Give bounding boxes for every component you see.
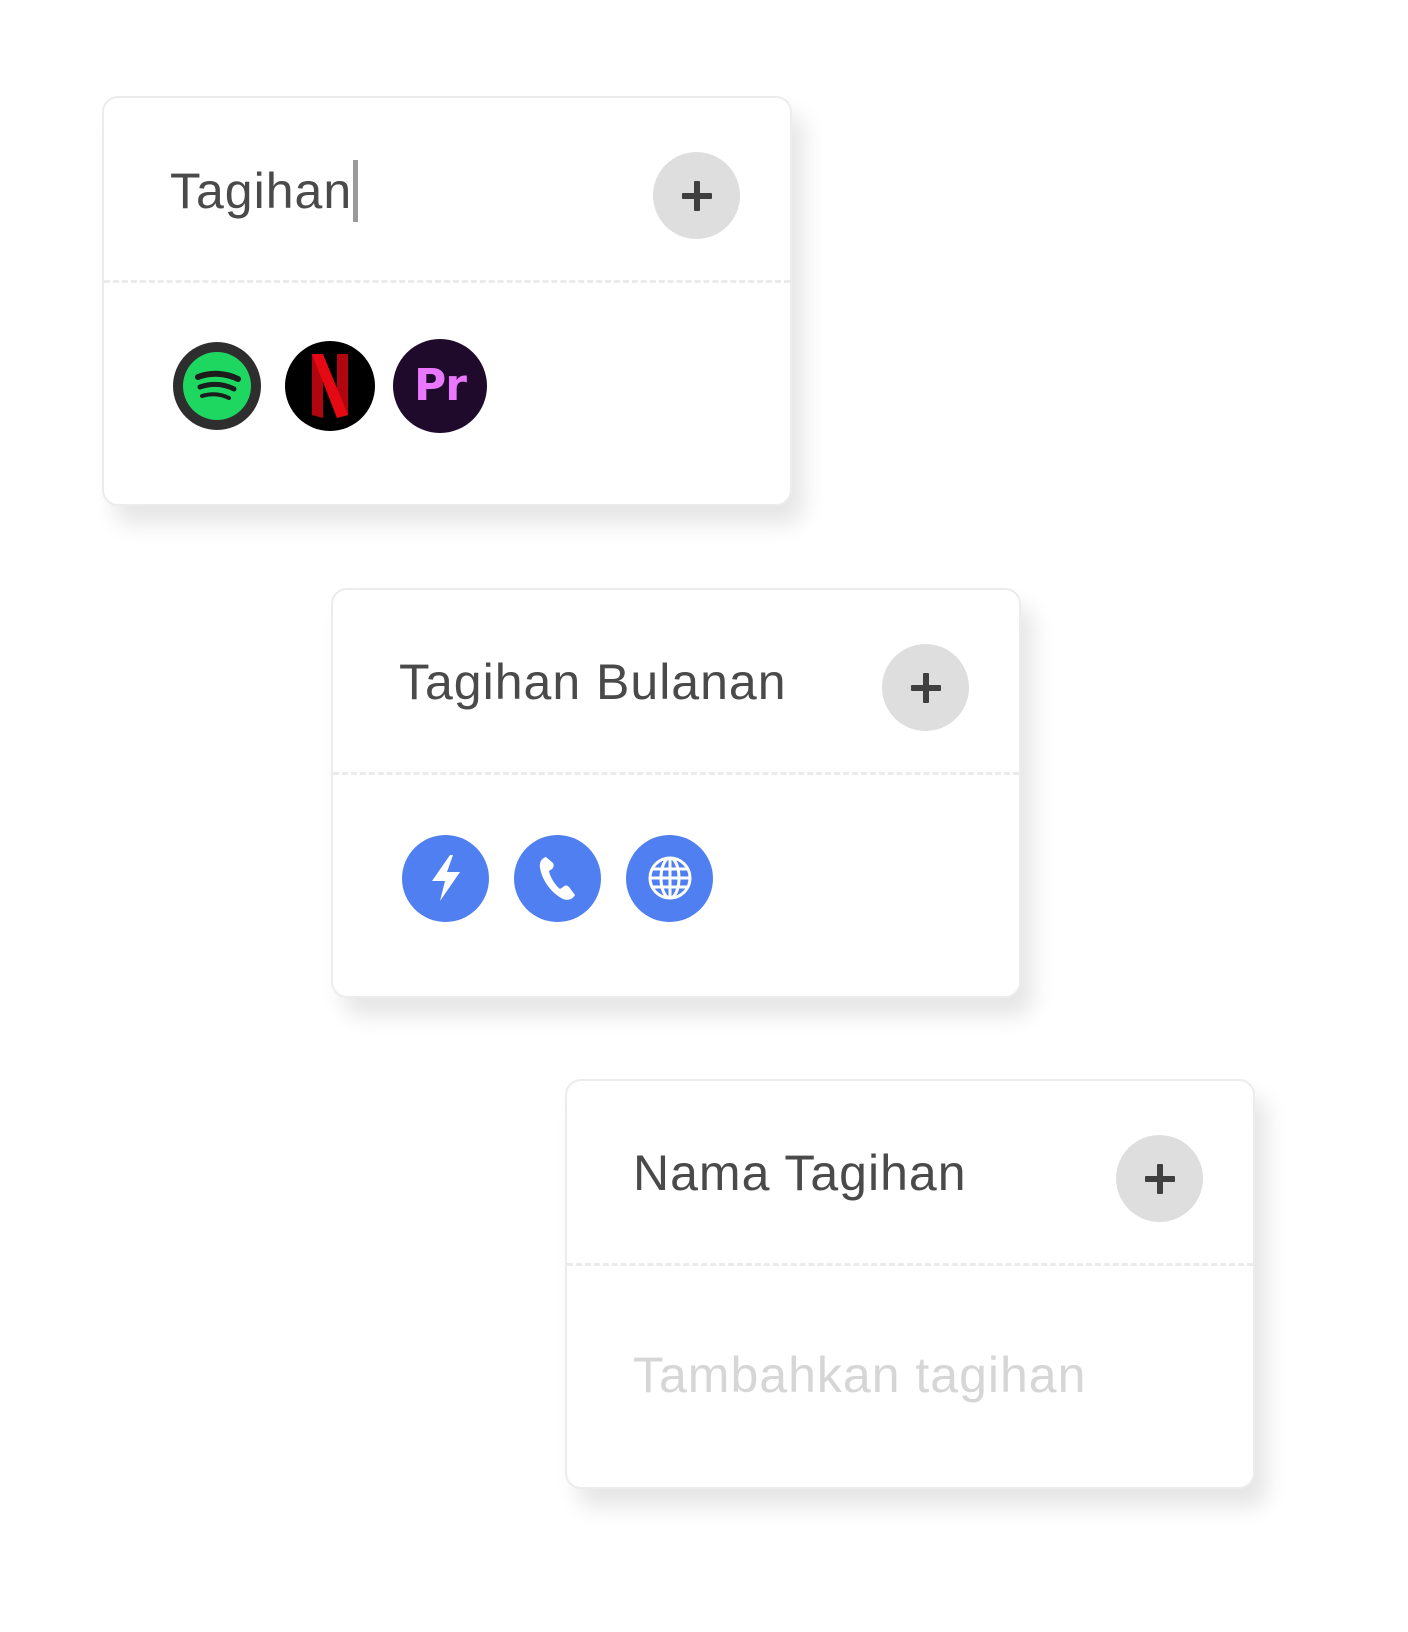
card-title-text: Tagihan xyxy=(170,163,353,219)
plus-icon xyxy=(1144,1163,1175,1194)
premiere-pro-label: Pr xyxy=(414,360,467,411)
add-button[interactable] xyxy=(1116,1135,1203,1222)
bill-icon-list xyxy=(402,830,738,926)
globe-icon[interactable] xyxy=(626,834,713,922)
bill-card-tagihan-bulanan: Tagihan Bulanan xyxy=(331,588,1021,998)
dashed-divider xyxy=(567,1263,1253,1266)
plus-icon xyxy=(910,672,941,703)
dashed-divider xyxy=(333,772,1019,775)
card-title[interactable]: Tagihan Bulanan xyxy=(399,652,787,712)
lightning-icon[interactable] xyxy=(402,834,489,922)
plus-icon xyxy=(681,180,712,211)
netflix-icon[interactable] xyxy=(285,341,375,431)
add-button[interactable] xyxy=(882,644,969,731)
phone-icon[interactable] xyxy=(514,834,601,922)
text-caret xyxy=(353,160,359,222)
add-bill-placeholder[interactable]: Tambahkan tagihan xyxy=(633,1345,1086,1405)
card-title[interactable]: Nama Tagihan xyxy=(633,1143,967,1203)
bill-icon-list: Pr xyxy=(173,338,487,434)
bill-card-tagihan: Tagihan Pr xyxy=(102,96,792,506)
bill-card-nama-tagihan: Nama Tagihan Tambahkan tagihan xyxy=(565,1079,1255,1489)
dashed-divider xyxy=(104,280,790,283)
premiere-pro-icon[interactable]: Pr xyxy=(393,339,487,433)
spotify-icon[interactable] xyxy=(173,342,261,430)
add-button[interactable] xyxy=(653,152,740,239)
card-title-input[interactable]: Tagihan xyxy=(170,160,359,222)
